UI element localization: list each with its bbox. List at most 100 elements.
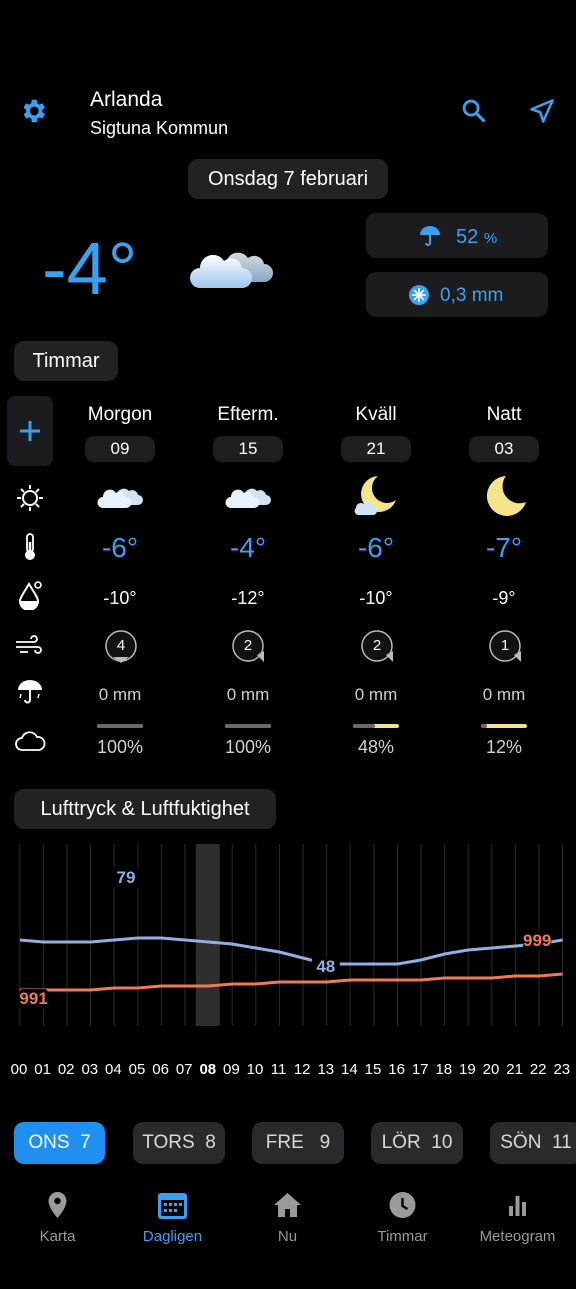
nav-nu[interactable]: Nu — [230, 1190, 345, 1245]
period-feels-like: -10° — [359, 588, 393, 608]
period-feels-like: -12° — [231, 588, 265, 608]
feels-like-icon — [16, 580, 44, 610]
x-tick-label: 05 — [129, 1061, 146, 1078]
nav-meteogram[interactable]: Meteogram — [460, 1190, 575, 1245]
cloud-bar — [225, 724, 271, 728]
umbrella-icon — [418, 224, 442, 248]
period-name: Efterm. — [217, 404, 279, 425]
moon-icon — [482, 472, 528, 520]
nav-label: Karta — [39, 1228, 76, 1245]
pressure-max-label: 999 — [523, 931, 551, 950]
period-time: 21 — [341, 436, 411, 462]
x-tick-label: 20 — [483, 1061, 500, 1078]
nav-label: Dagligen — [142, 1228, 203, 1245]
humidity-max-label: 79 — [117, 868, 136, 887]
period-temperature: -6° — [357, 532, 395, 563]
period-name: Morgon — [87, 404, 153, 425]
cloudiness-icon — [14, 730, 46, 754]
pressure-min-label: 991 — [19, 989, 47, 1008]
precip-chance: 52 % — [456, 226, 498, 248]
x-tick-label: 14 — [341, 1061, 358, 1078]
cloud-bar — [97, 724, 143, 728]
nav-dagligen[interactable]: Dagligen — [115, 1190, 230, 1245]
cloud-bar — [353, 724, 399, 728]
period-precip: 0 mm — [226, 685, 270, 704]
section-title-hours: Timmar — [14, 341, 118, 381]
x-tick-label: 02 — [58, 1061, 75, 1078]
humidity-line — [19, 936, 563, 966]
nav-timmar[interactable]: Timmar — [345, 1190, 460, 1245]
location-name: Arlanda — [90, 88, 163, 111]
nav-label: Timmar — [377, 1228, 428, 1245]
period-feels-like: -10° — [103, 588, 137, 608]
sun-icon — [16, 484, 44, 512]
x-tick-label: 04 — [105, 1061, 122, 1078]
x-tick-label: 09 — [223, 1061, 240, 1078]
day-tab-fre[interactable]: FRE 9 — [252, 1122, 344, 1164]
period-cloud: 100% — [96, 737, 144, 757]
x-tick-label: 01 — [34, 1061, 51, 1078]
x-tick-label: 21 — [506, 1061, 523, 1078]
thermometer-icon — [20, 532, 40, 562]
period-time: 09 — [85, 436, 155, 462]
x-tick-label: 10 — [247, 1061, 264, 1078]
period-temperature: -7° — [485, 532, 523, 563]
nav-label: Meteogram — [479, 1228, 556, 1245]
location-arrow-icon[interactable] — [528, 97, 556, 125]
nav-label: Nu — [277, 1228, 298, 1245]
cloud-icon — [223, 480, 273, 512]
x-tick-label: 18 — [435, 1061, 452, 1078]
x-tick-label: 07 — [176, 1061, 193, 1078]
day-tab-son[interactable]: SÖN 11 — [490, 1122, 576, 1164]
x-tick-label: 11 — [271, 1061, 287, 1078]
municipality-name: Sigtuna Kommun — [90, 118, 229, 138]
cloud-icon — [95, 480, 145, 512]
umbrella-row-icon — [16, 678, 44, 706]
x-tick-label: 03 — [81, 1061, 98, 1078]
now-highlight — [195, 844, 220, 1026]
x-tick-label: 17 — [412, 1061, 429, 1078]
x-tick-label: 16 — [388, 1061, 405, 1078]
period-name: Kväll — [355, 404, 397, 425]
x-tick-label: 12 — [294, 1061, 311, 1078]
x-tick-label: 23 — [553, 1061, 570, 1078]
precip-amount: 0,3 mm — [440, 285, 504, 306]
cloud-bar — [481, 724, 527, 728]
period-cloud: 48% — [357, 737, 395, 757]
wind-badge: 1 — [488, 629, 522, 663]
humidity-min-label: 48 — [316, 957, 335, 976]
day-tab-tors[interactable]: TORS 8 — [133, 1122, 225, 1164]
snowflake-icon — [408, 284, 430, 306]
period-efterm[interactable]: Efterm. 15 — [188, 404, 308, 462]
period-precip: 0 mm — [482, 685, 526, 704]
pressure-line — [19, 972, 563, 992]
moon-cloud-icon — [352, 472, 400, 520]
x-tick-label: 22 — [530, 1061, 547, 1078]
period-kvall[interactable]: Kväll 21 — [316, 404, 436, 462]
bottom-navigation: Karta Dagligen Nu Timmar Meteogram — [0, 1180, 576, 1289]
day-tabs: ONS 7 TORS 8 FRE 9 LÖR 10 SÖN 11 — [0, 1100, 576, 1176]
period-cloud: 100% — [224, 737, 272, 757]
period-name: Natt — [486, 404, 522, 425]
cloud-icon — [186, 238, 278, 294]
wind-badge: 2 — [231, 629, 265, 663]
period-precip: 0 mm — [98, 685, 142, 704]
search-icon[interactable] — [460, 97, 488, 125]
nav-karta[interactable]: Karta — [0, 1190, 115, 1245]
day-tab-lor[interactable]: LÖR 10 — [371, 1122, 463, 1164]
day-tab-ons[interactable]: ONS 7 — [14, 1122, 105, 1164]
period-temperature: -6° — [101, 532, 139, 563]
current-temperature: -4° — [42, 227, 138, 310]
period-cloud: 12% — [485, 737, 523, 757]
pressure-humidity-chart: 79 48 991 999 00 01 02 03 04 05 06 07 08 09 10 11 12 13 14… — [11, 844, 570, 1078]
settings-icon[interactable] — [18, 96, 48, 126]
x-tick-label: 08 — [199, 1061, 216, 1078]
x-tick-label: 00 — [11, 1061, 28, 1078]
expand-button[interactable] — [7, 396, 53, 466]
period-morgon[interactable]: Morgon 09 — [60, 404, 180, 462]
period-time: 03 — [469, 436, 539, 462]
period-natt[interactable]: Natt 03 — [444, 404, 564, 462]
x-tick-label: 15 — [365, 1061, 382, 1078]
wind-badge: 4 — [104, 629, 138, 663]
x-tick-label: 13 — [317, 1061, 334, 1078]
